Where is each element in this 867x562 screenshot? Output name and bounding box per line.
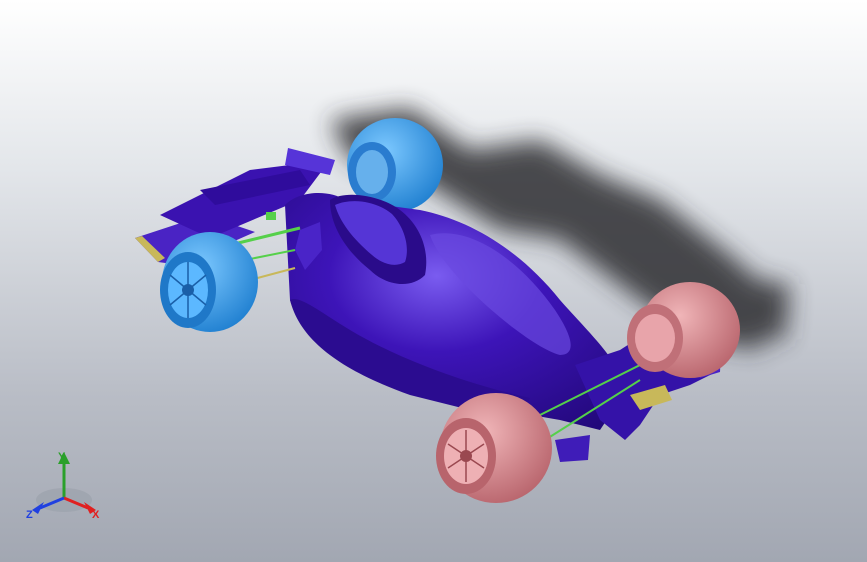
- cad-viewport[interactable]: [0, 0, 867, 562]
- y-axis-label: Y: [58, 451, 66, 463]
- z-axis-label: Z: [26, 509, 33, 521]
- orientation-triad[interactable]: Y X Z: [24, 448, 104, 522]
- x-axis-label: X: [92, 509, 100, 521]
- front-right-tire: [436, 393, 552, 503]
